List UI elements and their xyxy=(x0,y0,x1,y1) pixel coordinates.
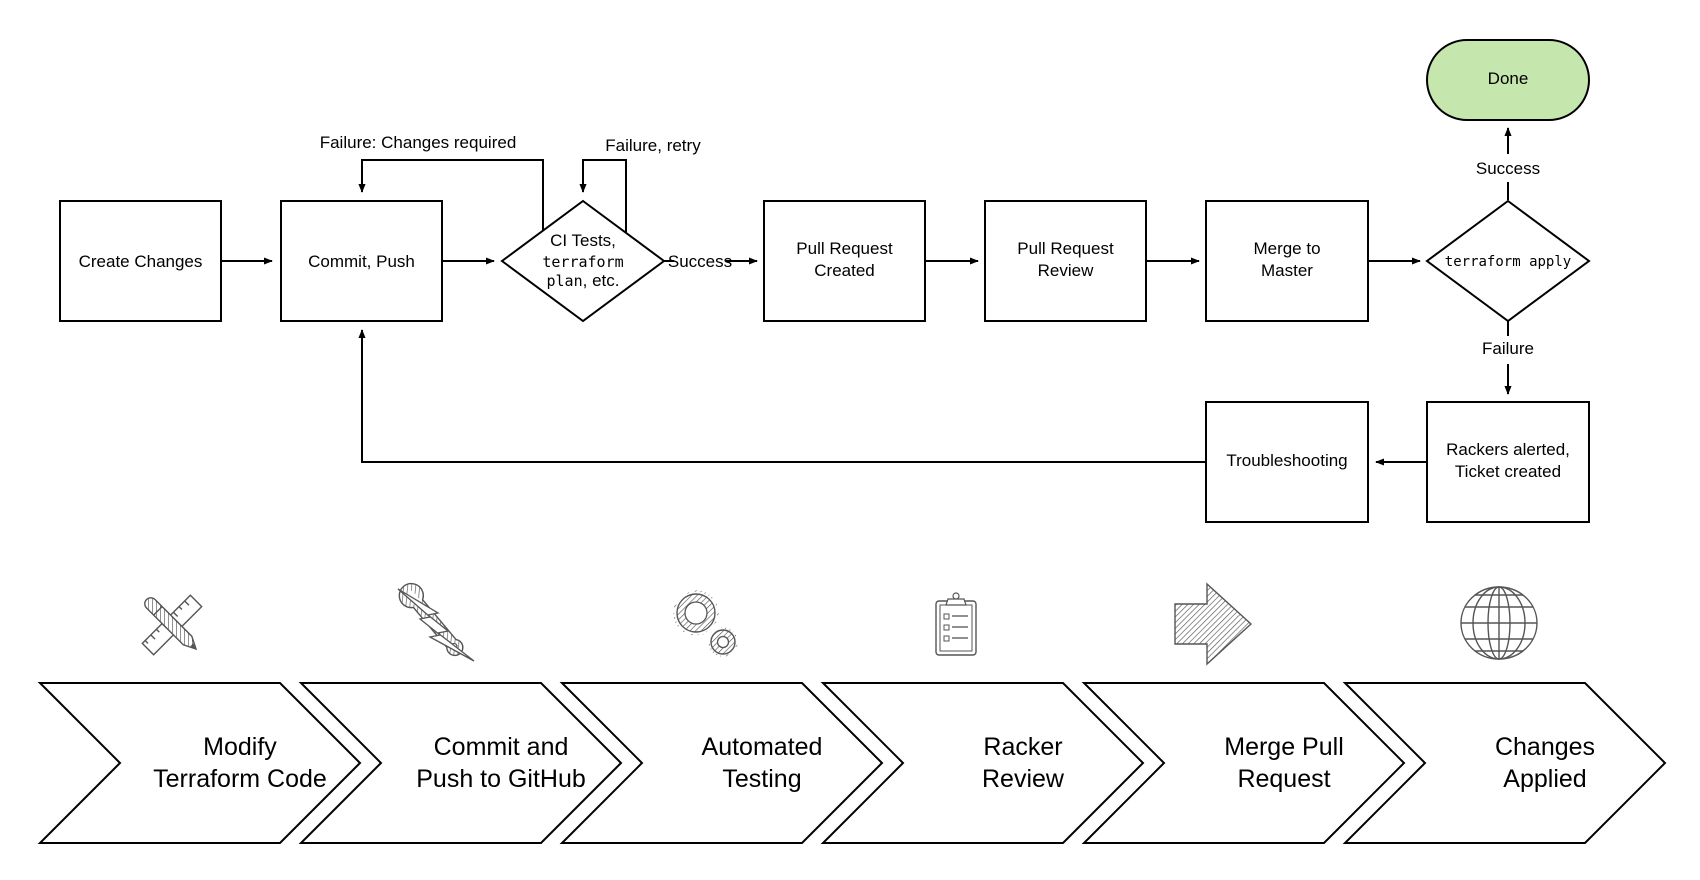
node-commit-push-label: Commit, Push xyxy=(308,252,415,271)
node-pull-request-review: Pull Request Review xyxy=(984,200,1147,322)
node-rackers-line1: Rackers alerted, xyxy=(1446,440,1570,459)
stage-label-line: Racker xyxy=(983,733,1062,761)
stage-label-line: Testing xyxy=(722,765,801,793)
node-pr-review-line2: Review xyxy=(1038,261,1094,280)
node-pr-created-line2: Created xyxy=(814,261,874,280)
node-pull-request-created: Pull Request Created xyxy=(763,200,926,322)
stage-label-line: Modify xyxy=(203,733,277,761)
wrench-lightning-icon xyxy=(397,582,475,662)
node-ci-tests-line3: plan, etc. xyxy=(547,271,620,290)
node-merge-to-master: Merge to Master xyxy=(1205,200,1369,322)
stage-label-line: Changes xyxy=(1495,733,1595,761)
label-apply-failure: Failure xyxy=(1482,339,1534,358)
label-apply-success: Success xyxy=(1476,159,1540,178)
label-failure-retry: Failure, retry xyxy=(605,136,701,155)
node-pr-review-line1: Pull Request xyxy=(1017,239,1114,258)
label-ci-success: Success xyxy=(668,252,732,271)
stage-label-line: Review xyxy=(982,765,1065,793)
globe-icon xyxy=(1460,586,1538,660)
node-ci-tests-plan: plan xyxy=(547,272,583,290)
node-done-label: Done xyxy=(1488,69,1529,88)
label-failure-changes-required: Failure: Changes required xyxy=(320,133,517,152)
node-pr-created-line1: Pull Request xyxy=(796,239,893,258)
node-troubleshooting: Troubleshooting xyxy=(1205,401,1369,523)
node-ci-tests-line1: CI Tests, xyxy=(550,231,616,250)
stage-label-line: Automated xyxy=(702,733,823,761)
node-done: Done xyxy=(1426,39,1590,121)
node-ci-tests-decision: CI Tests, terraform plan, etc. xyxy=(500,199,666,323)
node-merge-line2: Master xyxy=(1261,261,1313,280)
node-create-changes-label: Create Changes xyxy=(79,252,203,271)
node-rackers-alerted: Rackers alerted, Ticket created xyxy=(1426,401,1590,523)
node-commit-push: Commit, Push xyxy=(280,200,443,322)
gears-icon xyxy=(673,590,738,657)
stage-chevrons: Modify Terraform Code Commit and Push to Gi… xyxy=(37,682,1667,844)
arrow-right-icon xyxy=(1174,582,1253,666)
node-ci-tests-etc: , etc. xyxy=(583,271,620,290)
edge-troubleshooting-to-commit xyxy=(358,329,1206,463)
stage-label-line: Applied xyxy=(1503,765,1586,793)
stage-label-line: Push to GitHub xyxy=(416,765,586,793)
node-troubleshooting-label: Troubleshooting xyxy=(1226,451,1347,470)
node-terraform-apply-decision: terraform apply xyxy=(1425,199,1591,323)
stage-label-line: Terraform Code xyxy=(153,765,327,793)
node-ci-tests-line2: terraform xyxy=(542,253,623,271)
stage-1: Modify Terraform Code xyxy=(37,682,362,844)
node-merge-line1: Merge to xyxy=(1253,239,1320,258)
node-create-changes: Create Changes xyxy=(59,200,222,322)
clipboard-checklist-icon xyxy=(935,592,977,656)
ruler-pencil-icon xyxy=(141,594,203,656)
node-terraform-apply-label: terraform apply xyxy=(1445,254,1571,270)
node-rackers-line2: Ticket created xyxy=(1455,462,1561,481)
stage-label-line: Commit and xyxy=(434,733,569,761)
stage-label-line: Merge Pull xyxy=(1224,733,1344,761)
stage-chevron xyxy=(37,682,362,844)
workflow-diagram: Failure: Changes required Failure, retry… xyxy=(37,39,1667,844)
stage-label-line: Request xyxy=(1237,765,1330,793)
